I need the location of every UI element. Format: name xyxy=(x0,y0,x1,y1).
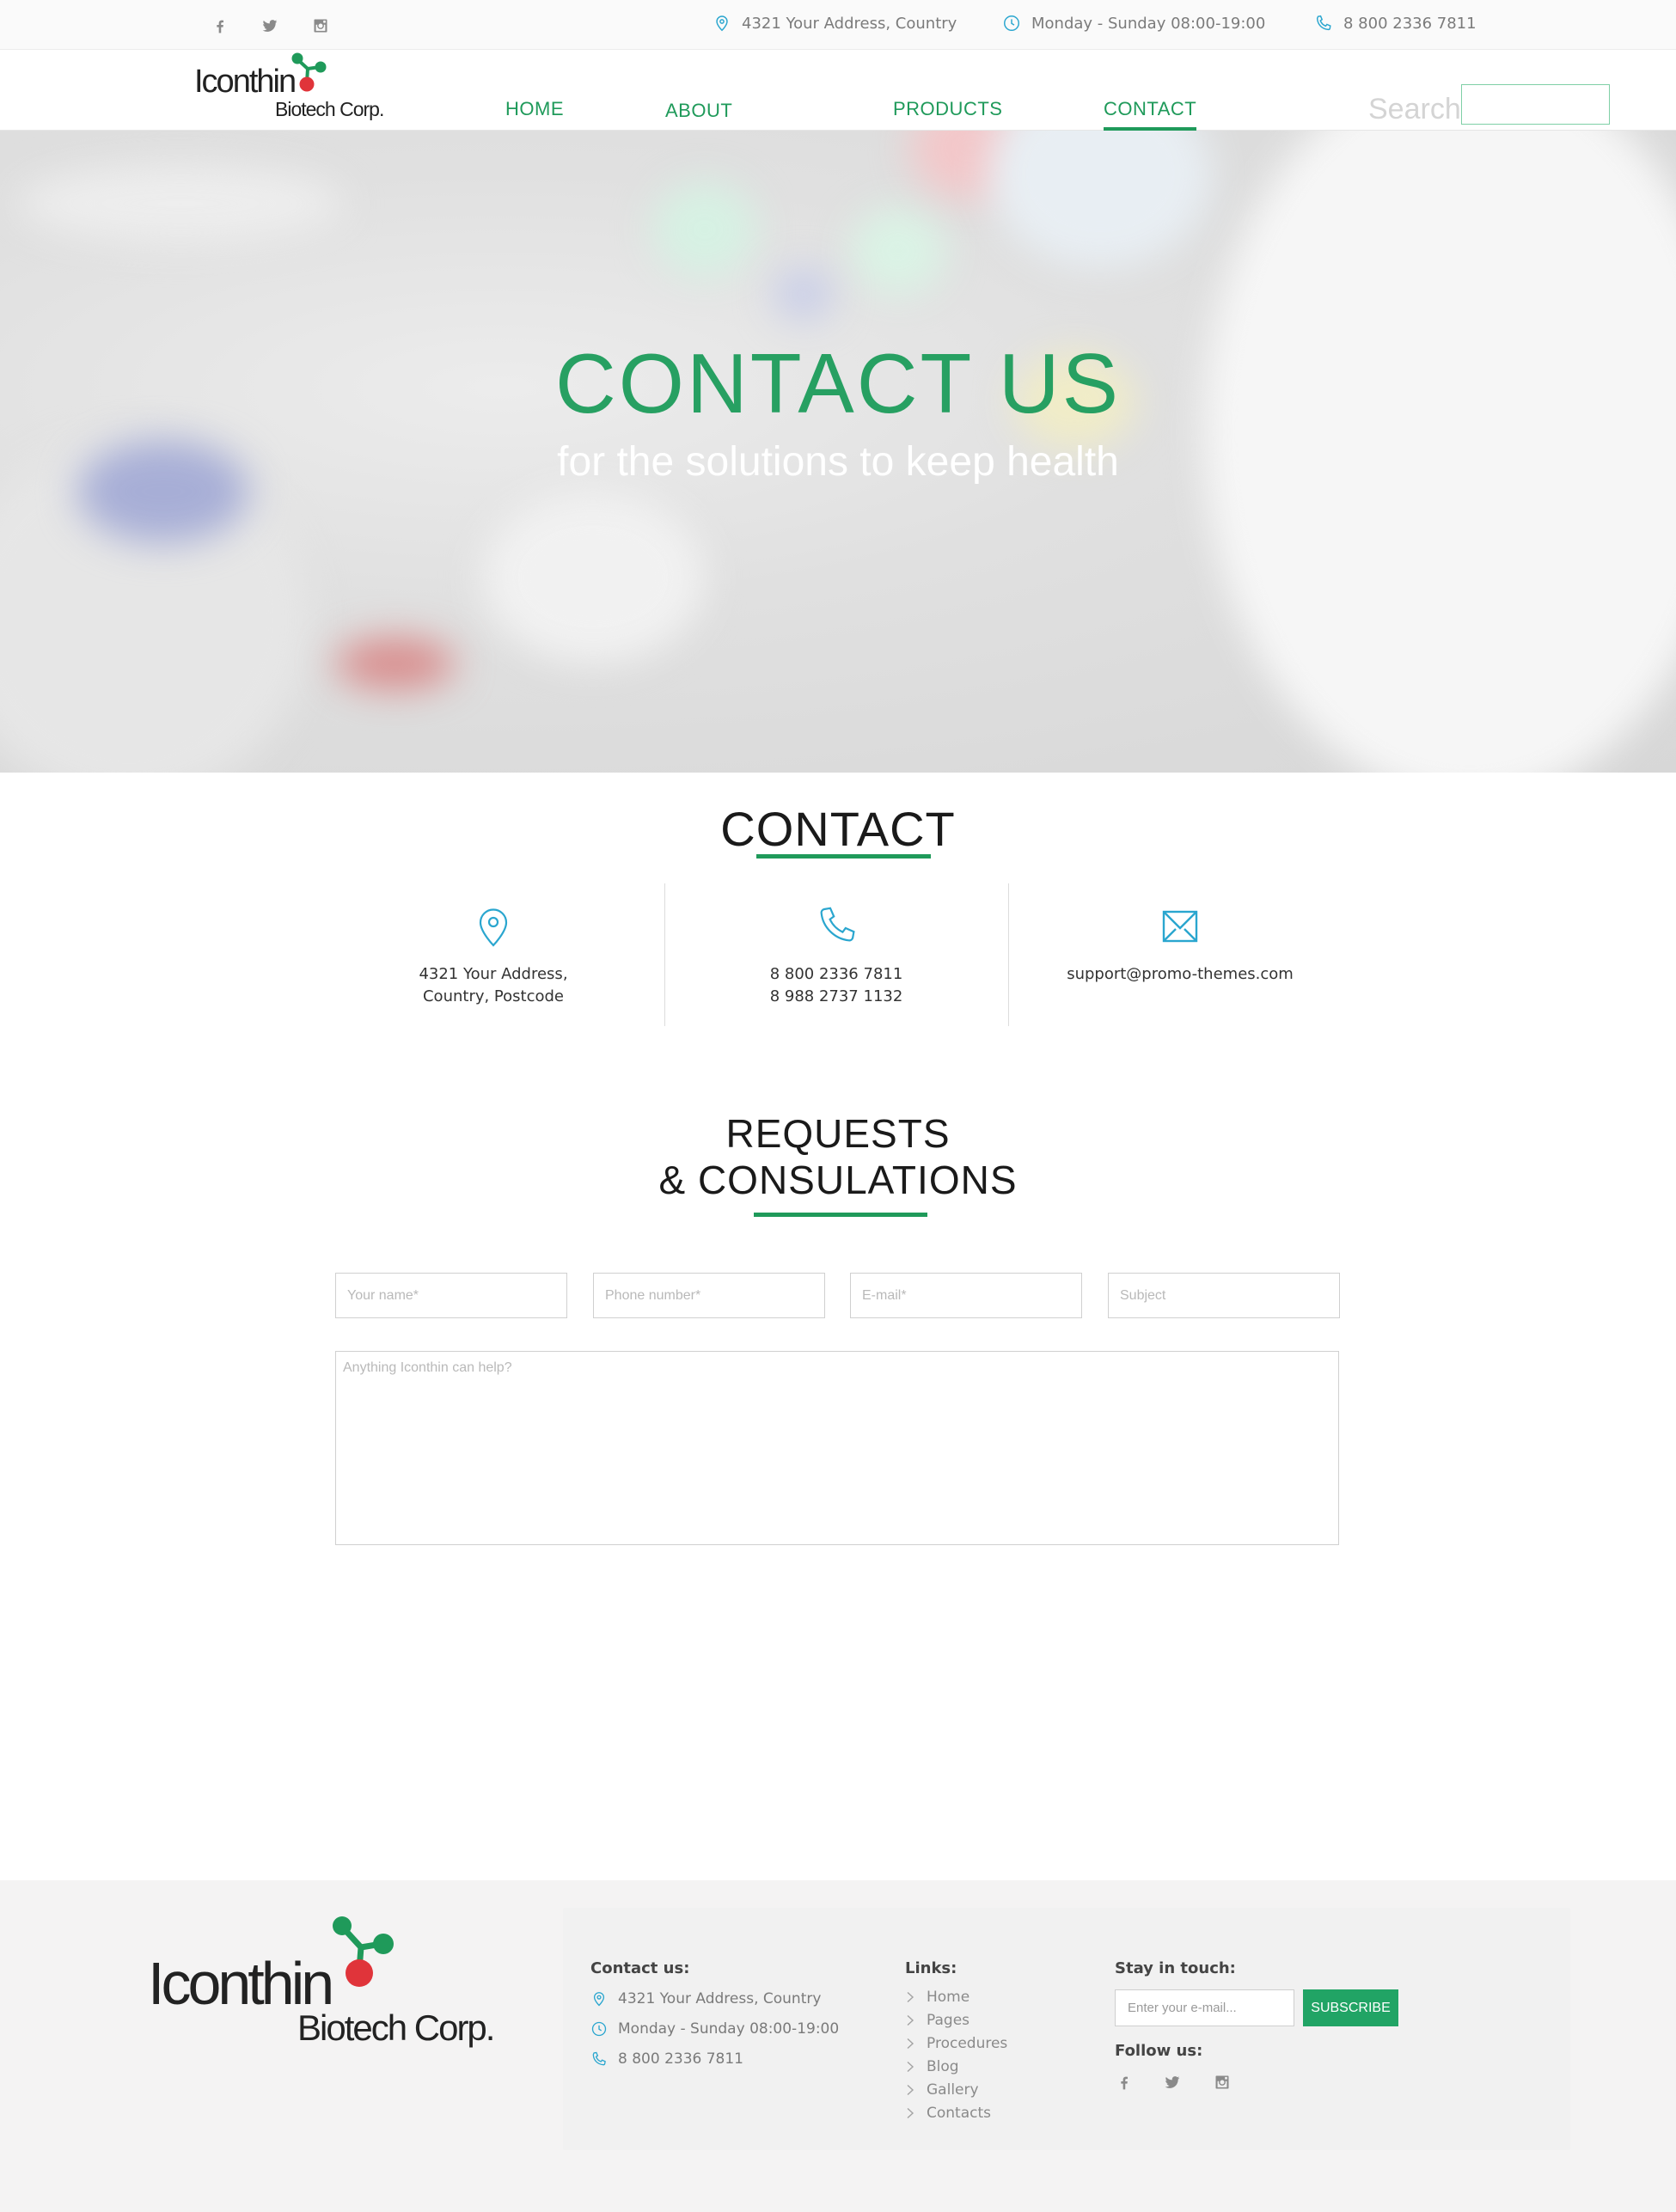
phone-icon xyxy=(592,2051,606,2066)
requests-section-title: REQUESTS & CONSULATIONS xyxy=(0,1110,1676,1203)
contact-address-block: 4321 Your Address, Country, Postcode xyxy=(322,883,664,1028)
footer-logo-subtitle: Biotech Corp. xyxy=(297,2007,495,2048)
instagram-icon[interactable] xyxy=(1213,2073,1232,2092)
contact-section-title: CONTACT xyxy=(720,802,956,856)
footer-link-label: Pages xyxy=(927,2012,970,2029)
footer-link-contacts[interactable]: Contacts xyxy=(906,2105,991,2122)
subscribe-button[interactable]: SUBSCRIBE xyxy=(1303,1989,1398,2026)
hero-subtitle: for the solutions to keep health xyxy=(557,439,1119,485)
footer-hours: Monday - Sunday 08:00-19:00 xyxy=(590,2020,839,2038)
message-textarea[interactable] xyxy=(335,1351,1339,1545)
nav-about[interactable]: ABOUT xyxy=(665,100,732,122)
site-header: Iconthin Biotech Corp. HOME ABOUT PRODUC… xyxy=(0,50,1676,131)
nav-products[interactable]: PRODUCTS xyxy=(893,98,1002,120)
footer-link-label: Blog xyxy=(927,2058,959,2075)
site-logo[interactable]: Iconthin Biotech Corp. xyxy=(194,50,392,131)
map-pin-icon xyxy=(479,908,508,947)
clock-icon xyxy=(591,2021,607,2037)
footer-follow-heading: Follow us: xyxy=(1115,2042,1203,2060)
molecule-logo-icon xyxy=(291,52,327,92)
chevron-right-icon xyxy=(907,2038,914,2050)
phone-icon xyxy=(1316,15,1331,31)
map-pin-icon xyxy=(593,1992,605,2007)
footer-link-gallery[interactable]: Gallery xyxy=(906,2081,979,2099)
logo-subtitle: Biotech Corp. xyxy=(275,98,384,120)
footer-link-label: Home xyxy=(927,1989,970,2006)
subject-field[interactable] xyxy=(1108,1273,1340,1318)
chevron-right-icon xyxy=(907,1991,914,2003)
address-line-2: Country, Postcode xyxy=(422,987,565,1005)
search-label: Search xyxy=(1368,93,1461,125)
chevron-right-icon xyxy=(907,2084,914,2096)
contact-phone-block: 8 800 2336 7811 8 988 2737 1132 xyxy=(665,883,1007,1028)
clock-icon xyxy=(1004,15,1019,31)
search-input[interactable] xyxy=(1461,84,1610,125)
footer-link-label: Gallery xyxy=(927,2081,979,2099)
support-email-link[interactable]: support@promo-themes.com xyxy=(1067,965,1294,983)
topbar-phone-text: 8 800 2336 7811 xyxy=(1343,14,1477,33)
footer-links-heading: Links: xyxy=(905,1959,957,1977)
facebook-icon[interactable] xyxy=(1115,2073,1134,2092)
instagram-icon[interactable] xyxy=(310,15,331,36)
nav-contact[interactable]: CONTACT xyxy=(1104,98,1197,131)
phone-line-1: 8 800 2336 7811 xyxy=(769,965,903,983)
hero-title: CONTACT US xyxy=(555,336,1121,431)
topbar-address-text: 4321 Your Address, Country xyxy=(742,14,957,33)
contact-title-underline xyxy=(756,854,931,859)
topbar-address: 4321 Your Address, Country xyxy=(713,14,957,33)
requests-title-line-1: REQUESTS xyxy=(725,1111,951,1156)
topbar-hours: Monday - Sunday 08:00-19:00 xyxy=(1002,14,1265,33)
footer-phone-text: 8 800 2336 7811 xyxy=(618,2050,744,2068)
email-field[interactable] xyxy=(850,1273,1082,1318)
footer-link-procedures[interactable]: Procedures xyxy=(906,2035,1007,2052)
chevron-right-icon xyxy=(907,2107,914,2119)
footer-logo[interactable]: Iconthin Biotech Corp. xyxy=(148,1913,517,2050)
footer-hours-text: Monday - Sunday 08:00-19:00 xyxy=(618,2020,840,2038)
molecule-logo-icon xyxy=(333,1916,394,1987)
footer-link-pages[interactable]: Pages xyxy=(906,2012,970,2029)
footer-link-blog[interactable]: Blog xyxy=(906,2058,959,2075)
requests-title-underline xyxy=(754,1213,927,1217)
name-field[interactable] xyxy=(335,1273,567,1318)
footer-address-text: 4321 Your Address, Country xyxy=(618,1990,822,2007)
footer-address: 4321 Your Address, Country xyxy=(590,1990,821,2007)
logo-wordmark: Iconthin xyxy=(194,64,297,100)
footer-link-home[interactable]: Home xyxy=(906,1989,970,2006)
map-pin-icon xyxy=(716,15,728,32)
topbar-phone: 8 800 2336 7811 xyxy=(1314,14,1477,33)
footer-phone: 8 800 2336 7811 xyxy=(590,2050,743,2068)
phone-line-2: 8 988 2737 1132 xyxy=(769,987,903,1005)
twitter-icon[interactable] xyxy=(1163,2073,1182,2092)
top-bar: 4321 Your Address, Country Monday - Sund… xyxy=(0,0,1676,50)
requests-title-line-2: & CONSULATIONS xyxy=(658,1158,1018,1202)
hero-banner: CONTACT US for the solutions to keep hea… xyxy=(0,131,1676,773)
contact-email-block: support@promo-themes.com xyxy=(1009,883,1351,1028)
topbar-hours-text: Monday - Sunday 08:00-19:00 xyxy=(1031,14,1266,33)
twitter-icon[interactable] xyxy=(260,15,280,36)
chevron-right-icon xyxy=(907,2061,914,2073)
envelope-icon xyxy=(1162,910,1198,943)
footer-link-label: Contacts xyxy=(927,2105,991,2122)
chevron-right-icon xyxy=(907,2014,914,2026)
nav-home[interactable]: HOME xyxy=(505,98,564,120)
phone-icon xyxy=(820,907,855,942)
footer-link-label: Procedures xyxy=(927,2035,1008,2052)
footer-contact-heading: Contact us: xyxy=(590,1959,690,1977)
phone-field[interactable] xyxy=(593,1273,825,1318)
newsletter-email-input[interactable] xyxy=(1115,1989,1294,2026)
footer-stay-heading: Stay in touch: xyxy=(1115,1959,1236,1977)
facebook-icon[interactable] xyxy=(210,15,230,36)
address-line-1: 4321 Your Address, xyxy=(419,965,568,983)
